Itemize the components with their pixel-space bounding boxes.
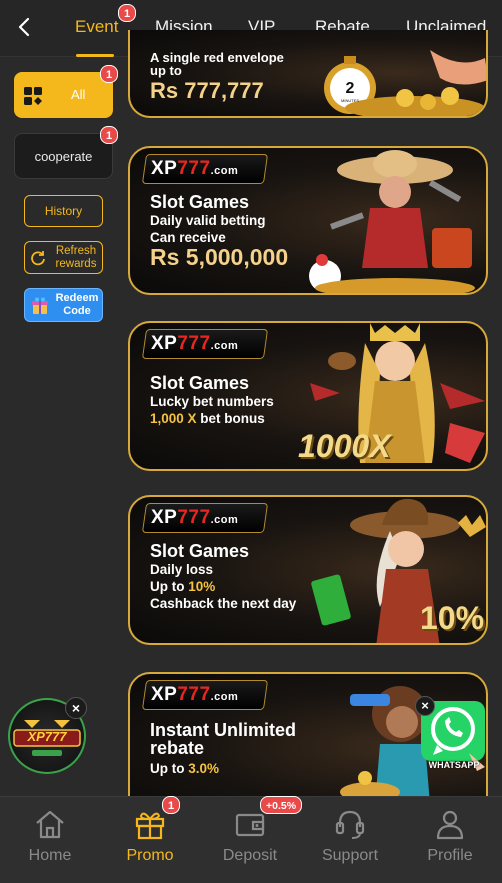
nav-profile-label: Profile <box>427 847 473 864</box>
banner5-line1: Up to 3.0% <box>150 761 220 776</box>
banner3-title: Slot Games <box>150 373 250 393</box>
nav-promo[interactable]: Promo 1 <box>100 796 200 883</box>
category-all-label: All <box>71 87 86 102</box>
category-cooperate-badge: 1 <box>100 126 118 144</box>
nav-profile[interactable]: Profile <box>400 797 500 883</box>
category-cooperate-label: cooperate <box>34 149 93 164</box>
redeem-code-button[interactable]: Redeem Code <box>24 288 103 322</box>
banner1-amount: Rs 777,777 <box>150 78 264 103</box>
timer-value: 2 <box>345 80 355 97</box>
banner3-line1: Lucky bet numbers <box>150 394 274 409</box>
whatsapp-label: WHATSAPP <box>428 760 480 770</box>
refresh-rewards-label: Refresh rewards <box>55 245 97 270</box>
back-button[interactable] <box>12 14 38 40</box>
banner5-title-line2: rebate <box>150 738 205 758</box>
nav-home[interactable]: Home <box>0 797 100 883</box>
banner4-line1: Daily loss <box>150 562 214 577</box>
history-button[interactable]: History <box>24 195 103 227</box>
brand-logo: XP777.com <box>141 503 269 533</box>
promo-banner-slot-cashback[interactable]: XP777.com Slot Games Daily loss Up to 10… <box>128 495 488 645</box>
banner2-line1: Daily valid betting <box>150 213 266 228</box>
category-all-badge: 1 <box>100 65 118 83</box>
nav-deposit-label: Deposit <box>222 847 278 864</box>
gift-box-icon <box>32 297 48 314</box>
close-whatsapp-button[interactable]: × <box>415 696 435 716</box>
banner2-title: Slot Games <box>150 192 250 212</box>
nav-home-label: Home <box>28 847 72 864</box>
nav-deposit-badge: +0.5% <box>260 796 303 814</box>
nav-promo-label: Promo <box>126 847 174 864</box>
brand-logo: XP777.com <box>141 154 269 184</box>
promo-page: Event 1 Mission VIP Rebate Unclaimed All… <box>0 0 502 883</box>
nav-support[interactable]: Support <box>300 797 400 883</box>
timer-unit: MINUTES <box>341 98 359 103</box>
banner4-title: Slot Games <box>150 541 250 561</box>
tab-event-badge: 1 <box>118 4 136 22</box>
user-icon <box>436 810 464 840</box>
promo-banner-slot-lucky-numbers[interactable]: XP777.com Slot Games Lucky bet numbers 1… <box>128 321 488 471</box>
category-sidebar: All 1 cooperate 1 History Refresh reward… <box>0 57 124 797</box>
redeem-code-label: Redeem Code <box>55 292 99 317</box>
headset-icon <box>335 810 365 839</box>
mariachi-art <box>309 150 475 293</box>
bottom-nav: Home Promo 1 Deposit +0.5% Support Profi… <box>0 796 502 883</box>
home-icon <box>36 810 64 839</box>
refresh-rewards-button[interactable]: Refresh rewards <box>24 241 103 274</box>
promo-banner-slot-valid-betting[interactable]: XP777.com Slot Games Daily valid betting… <box>128 146 488 295</box>
promo-banner-red-envelope[interactable]: A single red envelope up to Rs 777,777 2… <box>128 30 488 118</box>
banner2-amount: Rs 5,000,000 <box>150 244 289 270</box>
banner1-line2: up to <box>150 63 182 78</box>
category-cooperate[interactable]: cooperate <box>14 133 113 179</box>
nav-deposit[interactable]: Deposit +0.5% <box>200 796 303 883</box>
floating-logo-text: XP777 <box>27 729 67 744</box>
gift-icon <box>135 812 165 840</box>
banner4-line3: Cashback the next day <box>150 596 297 611</box>
refresh-icon <box>31 251 45 266</box>
chevron-left-icon <box>18 17 30 37</box>
nav-promo-badge: 1 <box>162 796 180 814</box>
brand-logo: XP777.com <box>141 680 269 710</box>
banner4-line2: Up to 10% <box>150 579 216 594</box>
grid-icon <box>24 87 42 105</box>
banner2-line2: Can receive <box>150 230 226 245</box>
brand-logo: XP777.com <box>141 329 269 359</box>
nav-support-label: Support <box>321 847 379 864</box>
banner4-art-text: 10% <box>420 600 485 636</box>
tab-event[interactable]: Event <box>75 17 118 37</box>
close-floating-logo-button[interactable]: × <box>65 697 87 719</box>
banner3-art-text: 1000X <box>298 428 391 464</box>
banner3-line2: 1,000 X bet bonus <box>150 411 265 426</box>
category-all[interactable]: All <box>14 72 113 118</box>
stopwatch-coins-art <box>324 50 486 116</box>
